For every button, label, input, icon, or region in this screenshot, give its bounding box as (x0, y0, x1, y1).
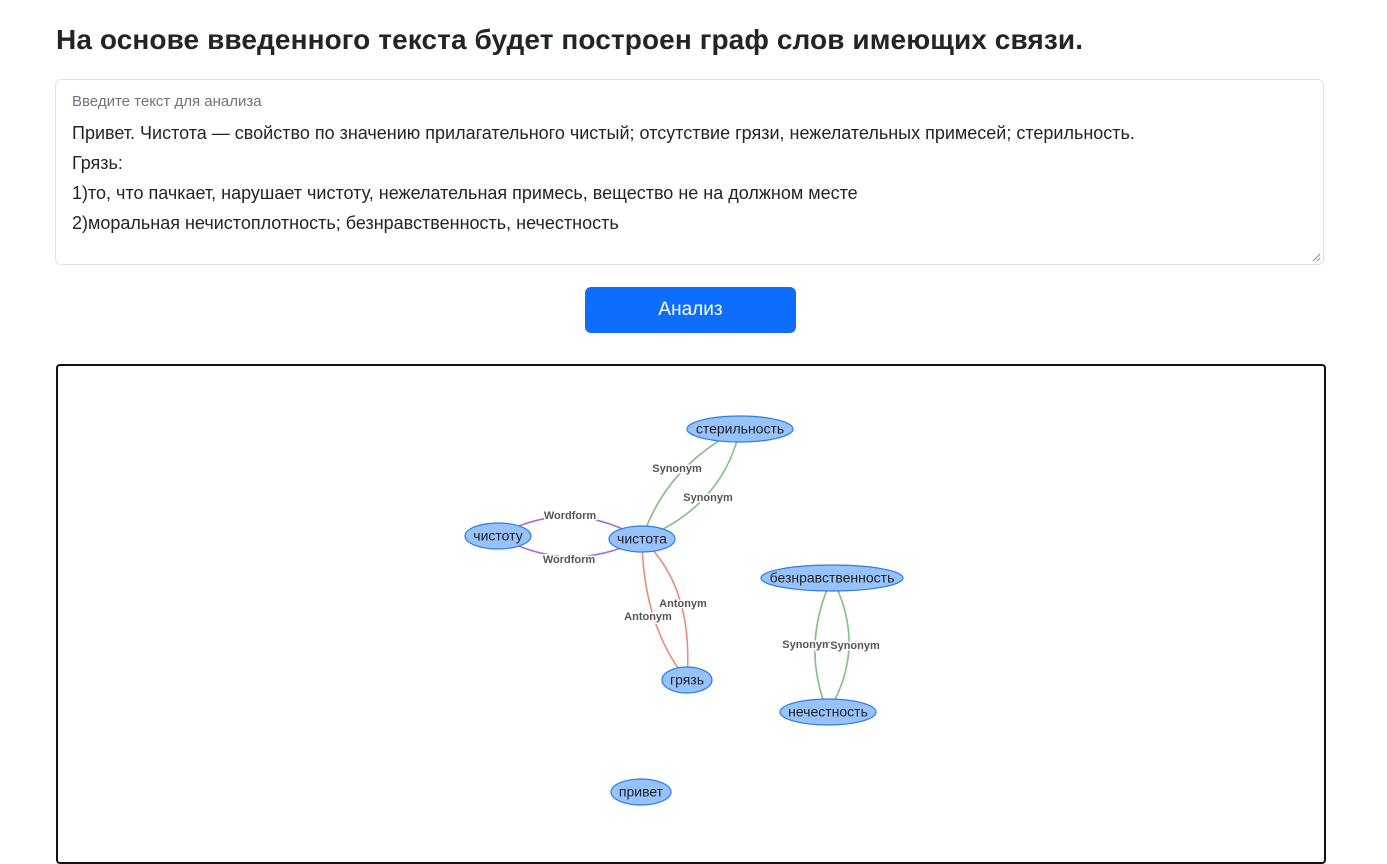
text-line: Привет. Чистота — свойство по значению п… (72, 123, 1135, 143)
analyze-button[interactable]: Анализ (585, 287, 796, 333)
graph-edge-label: Synonym (782, 639, 832, 651)
text-input-label: Введите текст для анализа (72, 93, 262, 110)
graph-node-label: грязь (670, 672, 704, 688)
graph-node-chistota[interactable]: чистота (608, 525, 676, 553)
graph-node-label: нечестность (788, 704, 868, 720)
graph-node-label: чистоту (473, 528, 522, 544)
graph-node-label: привет (619, 784, 664, 800)
text-line: 1)то, что пачкает, нарушает чистоту, неж… (72, 183, 858, 203)
graph-node-beznravstvennost[interactable]: безнравственность (760, 564, 904, 592)
graph-edge-label: Wordform (543, 554, 596, 566)
graph-edge-synonym[interactable] (641, 428, 741, 540)
resize-grip-icon[interactable] (1311, 252, 1321, 262)
graph-edge-label: Antonym (659, 598, 707, 610)
graph-node-label: чистота (617, 531, 667, 547)
graph-node-sterilnost[interactable]: стерильность (686, 415, 794, 443)
graph-node-nechestnost[interactable]: нечестность (779, 698, 877, 726)
page-title: На основе введенного текста будет постро… (56, 24, 1084, 55)
analysis-text-input[interactable]: Введите текст для анализа Привет. Чистот… (55, 79, 1324, 265)
graph-panel[interactable]: Synonym Synonym Wordform Wordform Antonym Ant… (56, 364, 1326, 864)
graph-edge-label: Wordform (544, 510, 597, 522)
text-line: 2)моральная нечистоплотность; безнравств… (72, 213, 619, 233)
graph-edge-label: Synonym (652, 463, 702, 475)
word-graph-canvas[interactable]: SynonymSynonymWordformWordformAntonymAnt… (58, 366, 1324, 862)
graph-node-label: стерильность (696, 421, 784, 437)
graph-node-privet[interactable]: привет (610, 778, 672, 806)
text-line: Грязь: (72, 153, 123, 173)
graph-edge-label: Antonym (624, 611, 672, 623)
text-input-value[interactable]: Привет. Чистота — свойство по значению п… (72, 118, 1307, 238)
graph-node-gryaz[interactable]: грязь (661, 666, 713, 694)
graph-edge-label: Synonym (830, 640, 880, 652)
graph-edge-label: Synonym (683, 492, 733, 504)
graph-edge-synonym[interactable] (641, 428, 741, 540)
graph-node-chistotu[interactable]: чистоту (464, 522, 532, 550)
graph-node-label: безнравственность (770, 570, 895, 586)
